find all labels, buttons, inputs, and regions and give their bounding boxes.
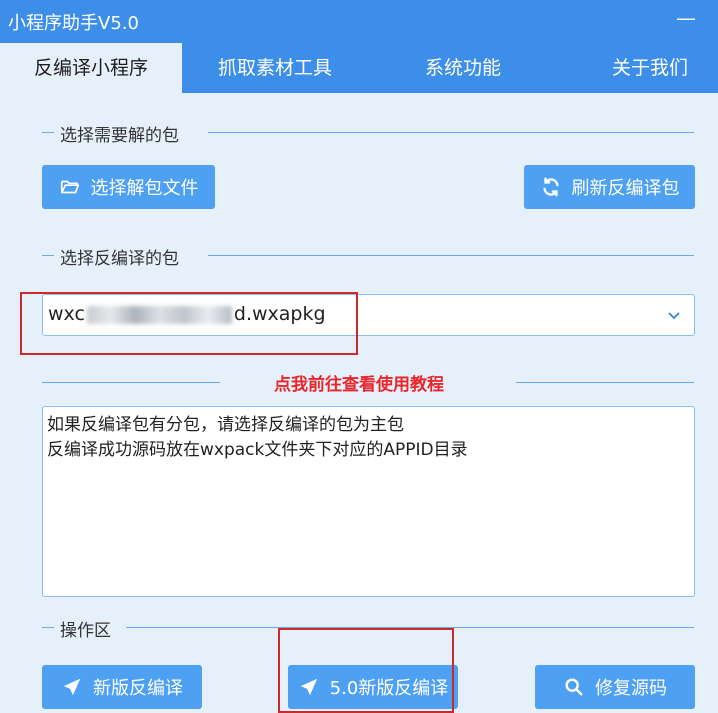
folder-open-icon	[59, 176, 81, 198]
button-label: 选择解包文件	[90, 178, 199, 199]
refresh-decompile-package-button[interactable]: 刷新反编译包	[524, 165, 695, 209]
tab-bar: 反编译小程序 抓取素材工具 系统功能 关于我们	[0, 43, 718, 93]
button-label: 修复源码	[595, 678, 667, 699]
window-title: 小程序助手V5.0	[8, 13, 139, 34]
tutorial-link[interactable]: 点我前往查看使用教程	[0, 370, 718, 395]
section-select-decompile-header: 选择反编译的包	[42, 244, 694, 269]
section-select-unpack-header: 选择需要解的包	[42, 121, 694, 146]
tab-about[interactable]: 关于我们	[565, 43, 718, 93]
button-label: 刷新反编译包	[571, 178, 680, 199]
chevron-down-icon	[666, 307, 682, 323]
info-line: 如果反编译包有分包，请选择反编译的包为主包	[47, 415, 404, 435]
main-content: 选择需要解的包 选择解包文件 刷新反编译包 选择反编译的包 wxc d.wxap…	[0, 93, 718, 713]
section-label: 选择反编译的包	[60, 249, 179, 269]
title-bar: 小程序助手V5.0 —	[0, 0, 718, 43]
button-label: 新版反编译	[93, 678, 183, 699]
refresh-icon	[540, 176, 562, 198]
search-icon	[563, 676, 585, 698]
repair-source-button[interactable]: 修复源码	[535, 665, 695, 709]
divider	[208, 132, 694, 133]
section-label: 选择需要解的包	[60, 126, 179, 146]
send-arrow-icon	[61, 676, 83, 698]
minimize-button[interactable]: —	[676, 6, 696, 30]
highlight-box-v5-button	[278, 628, 454, 713]
divider	[42, 132, 54, 133]
divider	[208, 255, 694, 256]
tab-system[interactable]: 系统功能	[378, 43, 548, 93]
divider	[42, 627, 54, 628]
divider	[42, 255, 54, 256]
new-decompile-button[interactable]: 新版反编译	[42, 665, 202, 709]
tab-scrape-assets[interactable]: 抓取素材工具	[190, 43, 360, 93]
section-label: 操作区	[60, 621, 111, 641]
highlight-box-dropdown	[20, 292, 358, 355]
tab-decompile[interactable]: 反编译小程序	[0, 43, 182, 93]
choose-unpack-file-button[interactable]: 选择解包文件	[42, 165, 215, 209]
info-textarea[interactable]: 如果反编译包有分包，请选择反编译的包为主包 反编译成功源码放在wxpack文件夹…	[42, 406, 695, 597]
info-line: 反编译成功源码放在wxpack文件夹下对应的APPID目录	[47, 440, 468, 460]
